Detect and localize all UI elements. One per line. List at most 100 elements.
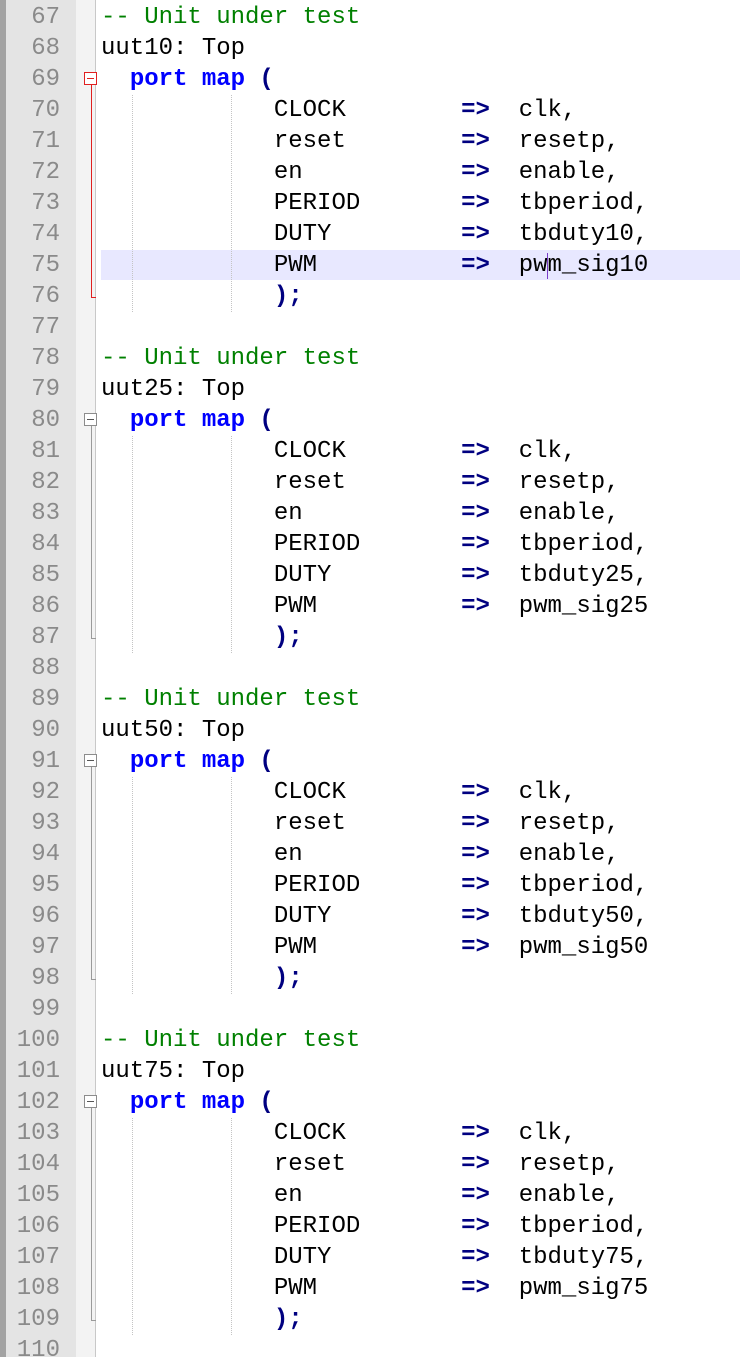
code-line[interactable]: 81 CLOCK => clk, <box>0 436 740 467</box>
line-content[interactable]: ); <box>101 624 303 651</box>
line-content[interactable]: reset => resetp, <box>101 1151 620 1178</box>
line-content[interactable]: uut10: Top <box>101 35 245 62</box>
line-content[interactable]: en => enable, <box>101 841 620 868</box>
code-line[interactable]: 101 uut75: Top <box>0 1056 740 1087</box>
code-line[interactable]: 72 en => enable, <box>0 157 740 188</box>
formal-port: PWM <box>273 252 318 279</box>
line-content[interactable]: CLOCK => clk, <box>101 1120 576 1147</box>
actual-signal: pwm_sig10 <box>518 252 649 279</box>
code-line[interactable]: 88 <box>0 653 740 684</box>
line-content[interactable]: PERIOD => tbperiod, <box>101 1213 649 1240</box>
line-content[interactable]: en => enable, <box>101 500 620 527</box>
code-line[interactable]: 100 -- Unit under test <box>0 1025 740 1056</box>
code-line[interactable]: 71 reset => resetp, <box>0 126 740 157</box>
code-line[interactable]: 94 en => enable, <box>0 839 740 870</box>
line-content[interactable]: reset => resetp, <box>101 128 620 155</box>
line-content[interactable]: PWM => pwm_sig75 <box>101 1275 649 1302</box>
code-line[interactable]: 76 ); <box>0 281 740 312</box>
code-line[interactable]: 83 en => enable, <box>0 498 740 529</box>
line-content[interactable]: PERIOD => tbperiod, <box>101 190 649 217</box>
line-content[interactable]: uut50: Top <box>101 717 245 744</box>
line-number: 91 <box>31 748 60 775</box>
line-content[interactable]: ); <box>101 283 303 310</box>
line-content[interactable]: reset => resetp, <box>101 810 620 837</box>
line-number: 104 <box>16 1151 60 1178</box>
code-line[interactable]: 80 port map ( <box>0 405 740 436</box>
actual-signal: tbperiod, <box>518 190 649 217</box>
code-line[interactable]: 105 en => enable, <box>0 1180 740 1211</box>
code-line[interactable]: 68 uut10: Top <box>0 33 740 64</box>
line-number: 76 <box>31 283 60 310</box>
line-content[interactable]: port map ( <box>101 407 274 434</box>
line-content[interactable]: CLOCK => clk, <box>101 438 576 465</box>
code-line[interactable]: 96 DUTY => tbduty50, <box>0 901 740 932</box>
line-content[interactable]: uut75: Top <box>101 1058 245 1085</box>
code-editor[interactable]: 67 -- Unit under test 68 uut10: Top 69 port … <box>0 0 740 1357</box>
code-line[interactable]: 78 -- Unit under test <box>0 343 740 374</box>
code-line[interactable]: 73 PERIOD => tbperiod, <box>0 188 740 219</box>
code-line[interactable]: 74 DUTY => tbduty10, <box>0 219 740 250</box>
code-line[interactable]: 84 PERIOD => tbperiod, <box>0 529 740 560</box>
line-content[interactable]: PWM => pwm_sig50 <box>101 934 649 961</box>
code-line[interactable]: 104 reset => resetp, <box>0 1149 740 1180</box>
line-content[interactable]: port map ( <box>101 1089 274 1116</box>
code-line[interactable]: 77 <box>0 312 740 343</box>
close-paren: ); <box>273 624 303 651</box>
code-line[interactable]: 102 port map ( <box>0 1087 740 1118</box>
line-content[interactable]: PWM => pwm_sig25 <box>101 593 649 620</box>
keyword-port-map: port map <box>129 1089 246 1116</box>
code-line[interactable]: 110 <box>0 1335 740 1357</box>
code-line[interactable]: 75 PWM => pwm_sig10 <box>0 250 740 281</box>
code-line[interactable]: 99 <box>0 994 740 1025</box>
code-line[interactable]: 97 PWM => pwm_sig50 <box>0 932 740 963</box>
code-line[interactable]: 85 DUTY => tbduty25, <box>0 560 740 591</box>
line-content[interactable]: -- Unit under test <box>101 4 360 31</box>
code-line[interactable]: 107 DUTY => tbduty75, <box>0 1242 740 1273</box>
code-line[interactable]: 87 ); <box>0 622 740 653</box>
line-content[interactable]: DUTY => tbduty75, <box>101 1244 648 1271</box>
line-content[interactable]: en => enable, <box>101 1182 620 1209</box>
code-line[interactable]: 89 -- Unit under test <box>0 684 740 715</box>
line-content[interactable]: CLOCK => clk, <box>101 779 576 806</box>
line-content[interactable]: uut25: Top <box>101 376 245 403</box>
formal-port: PWM <box>273 593 318 620</box>
code-line[interactable]: 67 -- Unit under test <box>0 2 740 33</box>
code-line[interactable]: 108 PWM => pwm_sig75 <box>0 1273 740 1304</box>
line-content[interactable]: -- Unit under test <box>101 345 360 372</box>
line-content[interactable]: PERIOD => tbperiod, <box>101 872 649 899</box>
line-content[interactable]: reset => resetp, <box>101 469 620 496</box>
line-number: 89 <box>31 686 60 713</box>
line-content[interactable]: port map ( <box>101 748 274 775</box>
line-content[interactable]: PWM => pwm_sig10 <box>101 252 649 279</box>
line-content[interactable]: port map ( <box>101 66 274 93</box>
line-content[interactable]: ); <box>101 1306 303 1333</box>
line-content[interactable]: DUTY => tbduty25, <box>101 562 648 589</box>
code-line[interactable]: 98 ); <box>0 963 740 994</box>
line-content[interactable]: DUTY => tbduty50, <box>101 903 648 930</box>
code-line[interactable]: 79 uut25: Top <box>0 374 740 405</box>
code-line[interactable]: 93 reset => resetp, <box>0 808 740 839</box>
code-line[interactable]: 95 PERIOD => tbperiod, <box>0 870 740 901</box>
line-content[interactable]: -- Unit under test <box>101 1027 360 1054</box>
code-line[interactable]: 106 PERIOD => tbperiod, <box>0 1211 740 1242</box>
line-content[interactable]: CLOCK => clk, <box>101 97 576 124</box>
line-number: 107 <box>16 1244 60 1271</box>
actual-signal: tbduty75, <box>518 1244 649 1271</box>
line-content[interactable]: DUTY => tbduty10, <box>101 221 648 248</box>
code-line[interactable]: 103 CLOCK => clk, <box>0 1118 740 1149</box>
code-line[interactable]: 91 port map ( <box>0 746 740 777</box>
line-number: 83 <box>31 500 60 527</box>
code-line[interactable]: 90 uut50: Top <box>0 715 740 746</box>
actual-signal: tbduty25, <box>518 562 649 589</box>
code-line[interactable]: 109 ); <box>0 1304 740 1335</box>
line-content[interactable]: ); <box>101 965 303 992</box>
association-arrow: => <box>461 128 490 155</box>
line-content[interactable]: en => enable, <box>101 159 620 186</box>
code-line[interactable]: 69 port map ( <box>0 64 740 95</box>
code-line[interactable]: 82 reset => resetp, <box>0 467 740 498</box>
code-line[interactable]: 92 CLOCK => clk, <box>0 777 740 808</box>
code-line[interactable]: 70 CLOCK => clk, <box>0 95 740 126</box>
code-line[interactable]: 86 PWM => pwm_sig25 <box>0 591 740 622</box>
line-content[interactable]: -- Unit under test <box>101 686 360 713</box>
line-content[interactable]: PERIOD => tbperiod, <box>101 531 649 558</box>
